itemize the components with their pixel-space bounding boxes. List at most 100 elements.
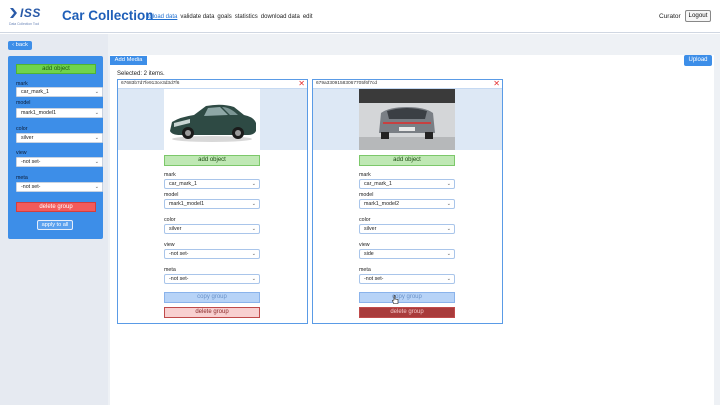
view-select[interactable]: -not set- ⌄	[16, 157, 103, 167]
meta-select[interactable]: -not set- ⌄	[16, 182, 103, 192]
color-select-value: silver	[21, 135, 34, 141]
meta-select[interactable]: -not set- ⌄	[359, 274, 455, 284]
nav-validate-data[interactable]: validate data	[180, 14, 214, 20]
chevron-down-icon: ⌄	[94, 184, 99, 190]
field-label-meta: meta	[16, 175, 28, 181]
copy-group-button[interactable]: copy group	[164, 292, 260, 303]
chevron-down-icon: ⌄	[94, 159, 99, 165]
field-label-mark: mark	[359, 172, 371, 178]
field-label-view: view	[359, 242, 370, 248]
add-object-button[interactable]: add object	[359, 155, 455, 166]
view-select[interactable]: -not set- ⌄	[164, 249, 260, 259]
chevron-down-icon: ⌄	[446, 226, 451, 232]
mark-select[interactable]: car_mark_1 ⌄	[359, 179, 455, 189]
model-select[interactable]: mark1_model1 ⌄	[164, 199, 260, 209]
apply-to-all-button[interactable]: apply to all	[37, 220, 73, 230]
back-button[interactable]: ‹ back	[8, 41, 32, 50]
chevron-down-icon: ⌄	[94, 89, 99, 95]
logo[interactable]: ISS Data Collection Tool	[8, 5, 52, 29]
model-select-value: mark1_model1	[169, 201, 205, 207]
mark-select-value: car_mark_1	[169, 181, 197, 187]
chevron-down-icon: ⌄	[446, 181, 451, 187]
nav-statistics[interactable]: statistics	[235, 14, 258, 20]
field-label-view: view	[164, 242, 175, 248]
header: ISS Data Collection Tool Car Collection …	[0, 0, 720, 33]
delete-group-button[interactable]: delete group	[16, 202, 96, 212]
user-name: Curator	[659, 13, 681, 20]
mark-select[interactable]: car_mark_1 ⌄	[164, 179, 260, 189]
car-photo[interactable]	[359, 89, 455, 150]
group-edit-panel: add object mark car_mark_1 ⌄ model mark1_…	[8, 56, 103, 239]
back-label: back	[15, 42, 28, 48]
chevron-down-icon: ⌄	[251, 276, 256, 282]
meta-select-value: -not set-	[364, 276, 384, 282]
meta-select[interactable]: -not set- ⌄	[164, 274, 260, 284]
close-x-icon[interactable]: ✕	[493, 80, 500, 88]
logo-text: ISS	[20, 6, 41, 20]
field-label-meta: meta	[359, 267, 371, 273]
copy-group-button[interactable]: copy group	[359, 292, 455, 303]
app-title: Car Collection	[62, 8, 154, 23]
media-card-header: 679a33091583067705f6f7cd ✕	[313, 80, 502, 89]
color-select-value: silver	[364, 226, 377, 232]
logo-subtitle: Data Collection Tool	[9, 22, 40, 26]
field-label-color: color	[164, 217, 176, 223]
mark-select-value: car_mark_1	[364, 181, 392, 187]
view-select[interactable]: side ⌄	[359, 249, 455, 259]
view-select-value: side	[364, 251, 374, 257]
media-card[interactable]: 67683b7d7fe913ce3d3d7f6 ✕ add object mar…	[117, 79, 308, 324]
selection-count: Selected: 2 items.	[117, 71, 165, 77]
delete-group-button[interactable]: delete group	[164, 307, 260, 318]
media-card-header: 67683b7d7fe913ce3d3d7f6 ✕	[118, 80, 307, 89]
model-select[interactable]: mark1_model2 ⌄	[359, 199, 455, 209]
field-label-color: color	[16, 126, 28, 132]
model-select-value: mark1_model1	[21, 110, 57, 116]
main-nav: upload data validate data goals statisti…	[146, 14, 313, 20]
nav-edit[interactable]: edit	[303, 14, 313, 20]
delete-group-button[interactable]: delete group	[359, 307, 455, 318]
mark-select[interactable]: car_mark_1 ⌄	[16, 87, 103, 97]
model-select[interactable]: mark1_model1 ⌄	[16, 108, 103, 118]
upload-button[interactable]: Upload	[684, 55, 712, 66]
field-label-model: model	[359, 192, 374, 198]
chevron-down-icon: ⌄	[446, 201, 451, 207]
chevron-down-icon: ⌄	[251, 181, 256, 187]
nav-download-data[interactable]: download data	[261, 14, 300, 20]
color-select-value: silver	[169, 226, 182, 232]
chevron-down-icon: ⌄	[251, 251, 256, 257]
field-label-view: view	[16, 150, 27, 156]
logout-button[interactable]: Logout	[685, 10, 711, 22]
nav-upload-data[interactable]: upload data	[146, 14, 177, 20]
field-label-mark: mark	[164, 172, 176, 178]
field-label-meta: meta	[164, 267, 176, 273]
media-id: 679a33091583067705f6f7cd	[316, 81, 378, 86]
view-select-value: -not set-	[21, 159, 41, 165]
meta-select-value: -not set-	[21, 184, 41, 190]
color-select[interactable]: silver ⌄	[16, 133, 103, 143]
add-media-button[interactable]: Add Media	[110, 56, 147, 65]
nav-goals[interactable]: goals	[217, 14, 231, 20]
color-select[interactable]: silver ⌄	[359, 224, 455, 234]
car-photo[interactable]	[164, 89, 260, 150]
chevron-down-icon: ⌄	[94, 110, 99, 116]
field-label-color: color	[359, 217, 371, 223]
chevron-down-icon: ⌄	[446, 276, 451, 282]
logo-mark-icon	[10, 8, 17, 18]
view-select-value: -not set-	[169, 251, 189, 257]
add-object-button[interactable]: add object	[16, 64, 96, 74]
field-label-model: model	[164, 192, 179, 198]
mark-select-value: car_mark_1	[21, 89, 49, 95]
add-object-button[interactable]: add object	[164, 155, 260, 166]
media-card[interactable]: 679a33091583067705f6f7cd ✕ add object ma…	[312, 79, 503, 324]
chevron-down-icon: ⌄	[251, 226, 256, 232]
close-x-icon[interactable]: ✕	[298, 80, 305, 88]
model-select-value: mark1_model2	[364, 201, 400, 207]
hand-cursor-icon	[392, 295, 399, 304]
chevron-down-icon: ⌄	[251, 201, 256, 207]
color-select[interactable]: silver ⌄	[164, 224, 260, 234]
meta-select-value: -not set-	[169, 276, 189, 282]
chevron-down-icon: ⌄	[94, 135, 99, 141]
chevron-down-icon: ⌄	[446, 251, 451, 257]
media-id: 67683b7d7fe913ce3d3d7f6	[121, 81, 180, 86]
field-label-model: model	[16, 100, 31, 106]
